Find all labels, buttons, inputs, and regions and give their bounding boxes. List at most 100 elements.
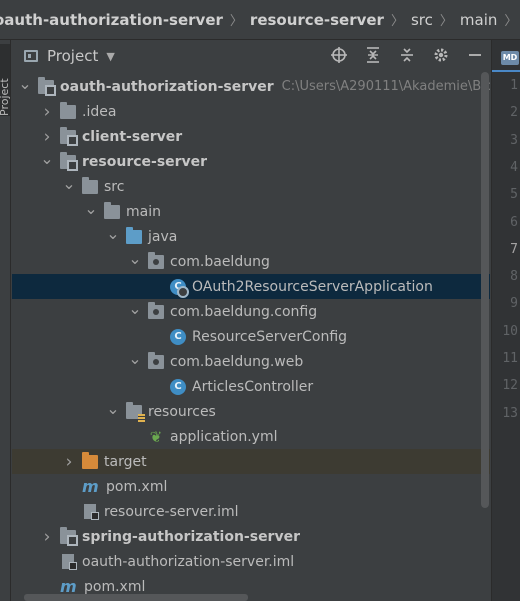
line-number: 1 — [510, 78, 518, 93]
line-number: 11 — [502, 351, 518, 366]
crosshair-icon[interactable] — [330, 46, 348, 64]
tree-node-label: pom.xml — [84, 578, 146, 595]
project-path: C:\Users\A290111\Akademie\Block — [281, 79, 490, 94]
editor-gutter: MD 1 2 3 4 5 6 7 8 9 10 11 12 13 — [491, 40, 520, 601]
breadcrumb-item[interactable]: resource-server — [250, 11, 384, 29]
project-view-selector[interactable]: Project ▼ — [24, 47, 115, 65]
tree-node[interactable]: ⌄ resource-server — [12, 149, 490, 174]
breadcrumb-separator-icon: 〉 — [229, 14, 243, 29]
chevron-down-icon[interactable]: ⌄ — [106, 224, 120, 243]
tree-node[interactable]: ⌄ com.baeldung.web — [12, 349, 490, 374]
tree-node[interactable]: › target — [12, 449, 490, 474]
tree-node-label: java — [148, 228, 178, 245]
tree-node[interactable]: ⌄ main — [12, 199, 490, 224]
line-number: 2 — [510, 105, 518, 121]
line-number: 4 — [510, 159, 518, 175]
resources-folder-icon — [126, 401, 145, 422]
minimize-icon[interactable] — [466, 46, 484, 64]
toolwindow-actions — [330, 46, 484, 64]
maven-icon: m — [60, 577, 77, 596]
expand-all-icon[interactable] — [398, 46, 416, 64]
line-number: 10 — [502, 323, 518, 339]
module-folder-icon — [60, 151, 78, 171]
tree-node[interactable]: ⌄ java — [12, 224, 490, 249]
excluded-folder-icon — [82, 451, 98, 469]
chevron-down-icon[interactable]: ⌄ — [62, 174, 76, 193]
tree-node[interactable]: ⌄ com.baeldung — [12, 249, 490, 274]
project-view-title: Project — [47, 47, 99, 65]
tree-node-label: target — [104, 453, 147, 470]
tree-node-label: resource-server.iml — [104, 503, 239, 520]
folder-icon — [82, 176, 98, 194]
line-number: 9 — [510, 296, 518, 312]
tree-node-label: application.yml — [170, 428, 278, 445]
tree-node-label: com.baeldung.config — [170, 303, 318, 320]
tree-node[interactable]: C ArticlesController — [12, 374, 490, 399]
chevron-right-icon[interactable]: › — [40, 127, 54, 147]
java-class-icon: C — [170, 378, 186, 395]
chevron-down-icon[interactable]: ⌄ — [128, 349, 142, 368]
editor-tab[interactable]: MD — [492, 46, 520, 72]
line-number: 8 — [510, 269, 518, 285]
tree-node-label: ResourceServerConfig — [192, 328, 348, 345]
project-view-icon — [24, 50, 38, 62]
tree-node[interactable]: C ResourceServerConfig — [12, 324, 490, 349]
tree-node-label: spring-authorization-server — [82, 528, 300, 545]
tree-node[interactable]: C OAuth2ResourceServerApplication — [12, 274, 490, 299]
vertical-scrollbar[interactable] — [481, 72, 489, 508]
tree-node[interactable]: ⌄ com.baeldung.config — [12, 299, 490, 324]
chevron-down-icon: ▼ — [106, 49, 115, 63]
line-number: 3 — [510, 132, 518, 148]
source-folder-icon — [126, 226, 142, 244]
breadcrumb-separator-icon: 〉 — [390, 14, 404, 29]
package-icon — [148, 351, 164, 369]
breadcrumb-item[interactable]: src — [411, 11, 433, 29]
package-icon — [148, 251, 164, 269]
chevron-down-icon[interactable]: ⌄ — [84, 199, 98, 218]
chevron-right-icon[interactable]: › — [62, 452, 76, 472]
chevron-down-icon[interactable]: ⌄ — [40, 149, 54, 168]
tree-node[interactable]: › .idea — [12, 99, 490, 124]
breadcrumb-separator-icon: 〉 — [439, 14, 453, 29]
tree-node[interactable]: ❦ application.yml — [12, 424, 490, 449]
chevron-down-icon[interactable]: ⌄ — [18, 74, 32, 93]
chevron-right-icon[interactable]: › — [40, 527, 54, 547]
runnable-class-icon: C — [170, 278, 189, 298]
module-folder-icon — [60, 126, 78, 146]
chevron-down-icon[interactable]: ⌄ — [106, 399, 120, 418]
tree-node-label: com.baeldung.web — [170, 353, 304, 370]
tree-node[interactable]: ⌄ resources — [12, 399, 490, 424]
tree-node-label: src — [104, 178, 125, 195]
module-folder-icon — [38, 76, 56, 96]
tree-node-label: client-server — [82, 128, 183, 145]
tree-node-label: resource-server — [82, 153, 208, 170]
folder-icon — [60, 101, 76, 119]
tree-node[interactable]: resource-server.iml — [12, 499, 490, 524]
breadcrumb-item[interactable]: oauth-authorization-server — [0, 11, 223, 29]
tree-node-label: com.baeldung — [170, 253, 270, 270]
breadcrumb-item[interactable]: main — [460, 11, 497, 29]
tree-node-label: pom.xml — [106, 478, 168, 495]
line-number: 6 — [510, 214, 518, 230]
chevron-down-icon[interactable]: ⌄ — [128, 249, 142, 268]
tree-node[interactable]: › client-server — [12, 124, 490, 149]
tree-node[interactable]: ⌄ oauth-authorization-server C:\Users\A290… — [12, 74, 490, 99]
tree-node[interactable]: ⌄ src — [12, 174, 490, 199]
horizontal-scrollbar[interactable] — [24, 594, 248, 601]
tree-node[interactable]: m pom.xml — [12, 474, 490, 499]
markdown-file-icon: MD — [501, 51, 519, 65]
gear-icon[interactable] — [432, 46, 450, 64]
chevron-down-icon[interactable]: ⌄ — [128, 299, 142, 318]
collapse-all-icon[interactable] — [364, 46, 382, 64]
breadcrumb: oauth-authorization-server 〉 resource-serv… — [0, 0, 520, 40]
tree-node-label: resources — [148, 403, 216, 420]
java-class-icon: C — [170, 328, 186, 345]
tree-node-label: .idea — [82, 103, 117, 120]
line-number: 13 — [502, 405, 518, 421]
spring-config-icon: ❦ — [149, 427, 163, 446]
tree-node[interactable]: oauth-authorization-server.iml — [12, 549, 490, 574]
tree-node[interactable]: › spring-authorization-server — [12, 524, 490, 549]
iml-file-icon — [62, 554, 77, 570]
module-folder-icon — [60, 526, 78, 546]
chevron-right-icon[interactable]: › — [40, 102, 54, 122]
